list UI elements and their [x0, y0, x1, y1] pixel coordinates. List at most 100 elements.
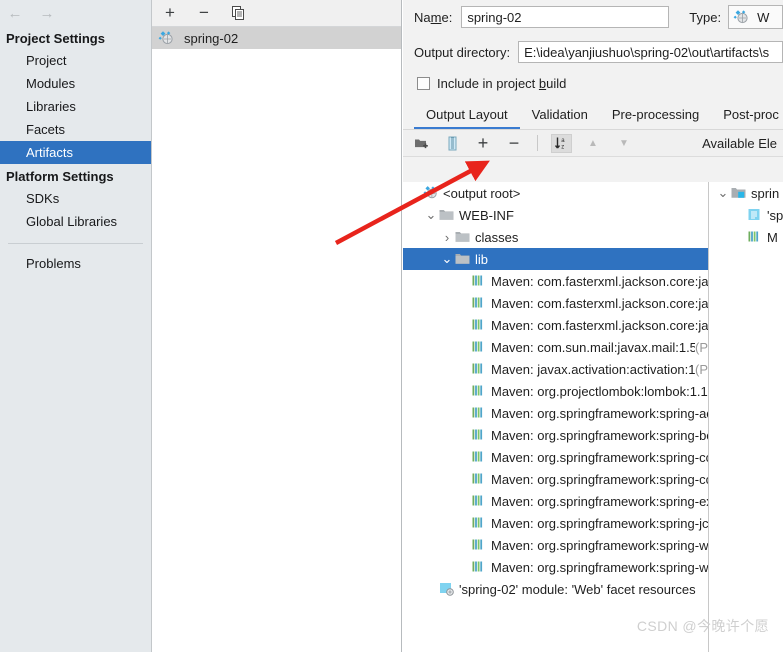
- tree-row[interactable]: Maven: com.fasterxml.jackson.core:jack: [403, 292, 708, 314]
- tree-row-label: Maven: org.springframework:spring-cc: [491, 471, 708, 487]
- add-artifact-button[interactable]: +: [160, 3, 180, 23]
- library-icon: [471, 515, 487, 531]
- tab-pre-processing[interactable]: Pre-processing: [600, 104, 711, 129]
- chevron-down-icon[interactable]: ⌄: [715, 186, 731, 199]
- tree-row-label: Maven: org.springframework:spring-jcl: [491, 515, 708, 531]
- artifact-icon: [158, 30, 174, 46]
- sidebar-item-problems[interactable]: Problems: [0, 252, 151, 275]
- tree-row-label: 'sp: [767, 207, 783, 223]
- library-icon: [471, 405, 487, 421]
- sidebar-group-platform-settings: Platform Settings: [6, 169, 114, 184]
- library-icon: [471, 383, 487, 399]
- type-combo[interactable]: W: [728, 5, 783, 29]
- tree-row[interactable]: 'sp: [709, 204, 783, 226]
- tree-row[interactable]: › classes: [403, 226, 708, 248]
- chevron-down-icon[interactable]: ⌄: [439, 252, 455, 265]
- output-layout-tree[interactable]: <output root> ⌄ WEB-INF › classes ⌄ lib Maven: …: [403, 182, 709, 652]
- library-icon: [471, 361, 487, 377]
- tree-row[interactable]: Maven: org.springframework:spring-ex: [403, 490, 708, 512]
- sidebar-item-facets[interactable]: Facets: [0, 118, 151, 141]
- svg-text:z: z: [561, 144, 564, 150]
- create-archive-icon[interactable]: [442, 133, 462, 153]
- tree-row-label: Maven: org.springframework:spring-cc: [491, 449, 708, 465]
- tree-row[interactable]: Maven: org.springframework:spring-jcl: [403, 512, 708, 534]
- name-label: Name:: [414, 9, 453, 25]
- sidebar-item-artifacts[interactable]: Artifacts: [0, 141, 151, 164]
- list-item[interactable]: spring-02: [152, 27, 401, 49]
- sidebar-item-sdks[interactable]: SDKs: [0, 187, 151, 210]
- back-arrow-icon[interactable]: ←: [6, 4, 24, 22]
- tree-row[interactable]: Maven: org.springframework:spring-be: [403, 424, 708, 446]
- tree-row[interactable]: Maven: org.projectlombok:lombok:1.18: [403, 380, 708, 402]
- output-layout-toolbar: + − a z ▲ ▼ Available Ele: [403, 130, 783, 157]
- remove-artifact-button[interactable]: −: [194, 3, 214, 23]
- tree-row-label: lib: [475, 251, 489, 267]
- chevron-down-icon[interactable]: ⌄: [423, 208, 439, 221]
- sidebar-item-global-libraries[interactable]: Global Libraries: [0, 210, 151, 233]
- tree-row[interactable]: Maven: com.fasterxml.jackson.core:jack: [403, 270, 708, 292]
- tree-row[interactable]: Maven: org.springframework:spring-cc: [403, 446, 708, 468]
- tree-row[interactable]: ⌄ WEB-INF: [403, 204, 708, 226]
- tree-row-label: Maven: com.sun.mail:javax.mail:1.5.0: [491, 339, 695, 355]
- add-element-button[interactable]: +: [473, 133, 493, 153]
- sidebar-item-libraries[interactable]: Libraries: [0, 95, 151, 118]
- settings-sidebar: ← → Project Settings Project Modules Lib…: [0, 0, 152, 652]
- tree-row-label: 'spring-02' module: 'Web' facet resource…: [459, 581, 696, 597]
- facet-icon: [439, 581, 455, 597]
- tree-row[interactable]: Maven: org.springframework:spring-we: [403, 534, 708, 556]
- tree-row[interactable]: ⌄ sprin: [709, 182, 783, 204]
- tree-row[interactable]: Maven: com.sun.mail:javax.mail:1.5.0 (P: [403, 336, 708, 358]
- output-directory-input[interactable]: E:\idea\yanjiushuo\spring-02\out\artifac…: [518, 41, 783, 63]
- folder-icon: [455, 229, 471, 245]
- tree-row-label: M: [767, 229, 778, 245]
- sidebar-group-project-settings: Project Settings: [6, 31, 105, 46]
- output-directory-label: Output directory:: [414, 44, 511, 60]
- library-icon: [471, 339, 487, 355]
- tree-row[interactable]: Maven: org.springframework:spring-cc: [403, 468, 708, 490]
- tab-validation[interactable]: Validation: [520, 104, 600, 129]
- tab-output-layout[interactable]: Output Layout: [414, 104, 520, 129]
- create-directory-icon[interactable]: [411, 133, 431, 153]
- library-icon: [471, 449, 487, 465]
- tree-row[interactable]: M: [709, 226, 783, 248]
- type-value-label: W: [757, 9, 770, 25]
- library-icon: [471, 317, 487, 333]
- move-down-button[interactable]: ▼: [614, 133, 634, 153]
- tree-row[interactable]: Maven: org.springframework:spring-ac: [403, 402, 708, 424]
- tree-row-label: classes: [475, 229, 519, 245]
- svg-text:a: a: [561, 138, 565, 144]
- tree-row[interactable]: <output root>: [403, 182, 708, 204]
- tree-row-label: Maven: org.springframework:spring-ex: [491, 493, 708, 509]
- tab-post-processing[interactable]: Post-proc: [711, 104, 783, 129]
- watermark-text: CSDN @今晚许个愿: [636, 618, 769, 634]
- tree-row[interactable]: Maven: javax.activation:activation:1.1 (…: [403, 358, 708, 380]
- name-input[interactable]: spring-02: [461, 6, 670, 28]
- forward-arrow-icon[interactable]: →: [38, 4, 56, 22]
- detail-tabs: Output Layout Validation Pre-processing …: [403, 103, 783, 130]
- chevron-right-icon[interactable]: ›: [439, 230, 455, 245]
- include-in-build-row[interactable]: Include in project build: [403, 70, 783, 96]
- tree-row[interactable]: Maven: com.fasterxml.jackson.core:jack: [403, 314, 708, 336]
- tree-row-label: Maven: com.fasterxml.jackson.core:jack: [491, 317, 708, 333]
- tree-row-suffix: (P: [695, 339, 708, 355]
- tree-row-label: Maven: org.springframework:spring-ac: [491, 405, 708, 421]
- sort-az-icon[interactable]: a z: [551, 133, 572, 153]
- tree-row-label: <output root>: [443, 185, 521, 201]
- artifact-name-label: spring-02: [184, 30, 239, 46]
- remove-element-button[interactable]: −: [504, 133, 524, 153]
- tree-row[interactable]: ⌄ lib: [403, 248, 708, 270]
- tree-row[interactable]: Maven: org.springframework:spring-we: [403, 556, 708, 578]
- copy-artifact-icon[interactable]: [228, 3, 248, 23]
- library-icon: [747, 229, 763, 245]
- tree-row-suffix: (P: [695, 361, 708, 377]
- tree-row[interactable]: 'spring-02' module: 'Web' facet resource…: [403, 578, 708, 600]
- library-icon: [471, 537, 487, 553]
- library-icon: [471, 559, 487, 575]
- sidebar-item-modules[interactable]: Modules: [0, 72, 151, 95]
- trees-container: <output root> ⌄ WEB-INF › classes ⌄ lib Maven: …: [403, 182, 783, 652]
- move-up-button[interactable]: ▲: [583, 133, 603, 153]
- tree-row-label: Maven: org.springframework:spring-we: [491, 537, 708, 553]
- include-in-build-checkbox[interactable]: [417, 76, 430, 90]
- sidebar-item-project[interactable]: Project: [0, 49, 151, 72]
- available-elements-tree[interactable]: ⌄ sprin 'sp M: [709, 182, 783, 652]
